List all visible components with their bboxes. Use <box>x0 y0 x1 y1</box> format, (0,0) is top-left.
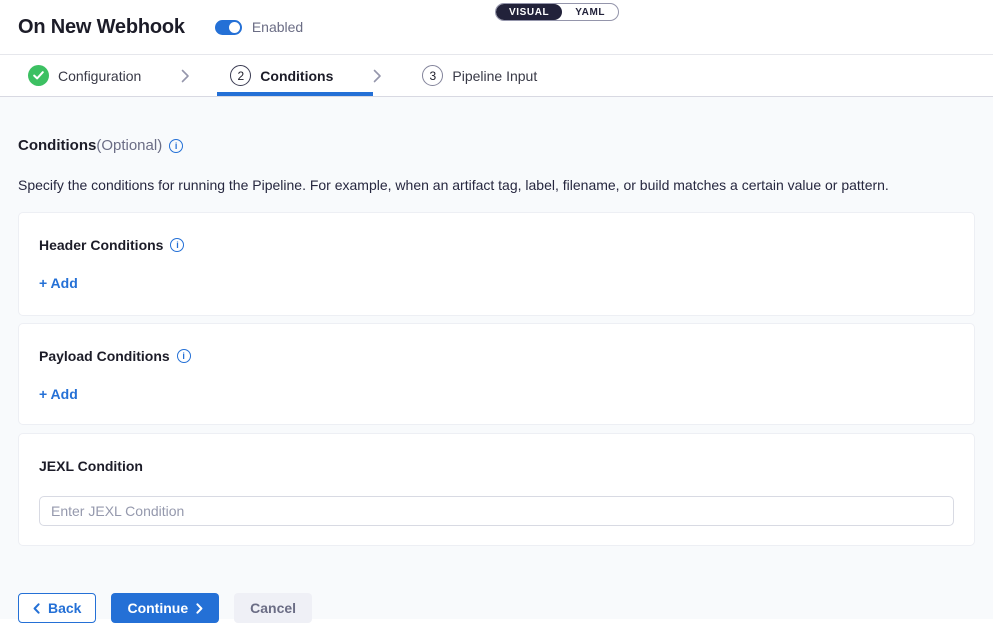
page-title: On New Webhook <box>18 16 185 39</box>
card-title: JEXL Condition <box>39 458 143 474</box>
enabled-toggle-label: Enabled <box>252 19 303 35</box>
chevron-right-icon <box>373 69 382 83</box>
back-button-label: Back <box>48 600 81 616</box>
payload-conditions-card: Payload Conditions + Add <box>18 323 975 425</box>
jexl-condition-input[interactable] <box>39 496 954 526</box>
conditions-panel: Conditions(Optional) Specify the conditi… <box>0 97 993 619</box>
step-label: Configuration <box>58 68 141 84</box>
card-title: Payload Conditions <box>39 348 170 364</box>
step-label: Conditions <box>260 68 333 84</box>
step-label: Pipeline Input <box>452 68 537 84</box>
step-number-badge: 3 <box>422 65 443 86</box>
step-configuration[interactable]: Configuration <box>28 65 141 86</box>
cancel-button-label: Cancel <box>250 600 296 616</box>
step-pipeline-input[interactable]: 3 Pipeline Input <box>422 65 537 86</box>
enabled-toggle[interactable] <box>215 20 242 35</box>
continue-button-label: Continue <box>127 600 188 616</box>
active-tab-underline <box>217 92 373 96</box>
jexl-condition-card: JEXL Condition <box>18 433 975 546</box>
step-conditions[interactable]: 2 Conditions <box>230 65 333 86</box>
page-header: On New Webhook Enabled VISUAL YAML <box>0 0 993 55</box>
section-description: Specify the conditions for running the P… <box>18 178 975 193</box>
info-icon[interactable] <box>169 139 183 153</box>
check-icon <box>28 65 49 86</box>
tab-visual[interactable]: VISUAL <box>496 4 562 20</box>
add-payload-condition-button[interactable]: + Add <box>39 386 78 402</box>
visual-yaml-toggle: VISUAL YAML <box>495 3 619 21</box>
info-icon[interactable] <box>177 349 191 363</box>
chevron-right-icon <box>196 603 203 614</box>
section-title: Conditions <box>18 137 96 154</box>
chevron-right-icon <box>181 69 190 83</box>
info-icon[interactable] <box>170 238 184 252</box>
tab-yaml[interactable]: YAML <box>562 4 618 20</box>
wizard-stepper: Configuration 2 Conditions 3 Pipeline In… <box>0 55 993 97</box>
step-number-badge: 2 <box>230 65 251 86</box>
section-heading: Conditions(Optional) <box>18 137 975 154</box>
optional-label: (Optional) <box>96 137 162 154</box>
add-header-condition-button[interactable]: + Add <box>39 275 78 291</box>
card-title: Header Conditions <box>39 237 163 253</box>
header-conditions-card: Header Conditions + Add <box>18 212 975 316</box>
chevron-left-icon <box>33 603 40 614</box>
toggle-knob <box>229 22 240 33</box>
